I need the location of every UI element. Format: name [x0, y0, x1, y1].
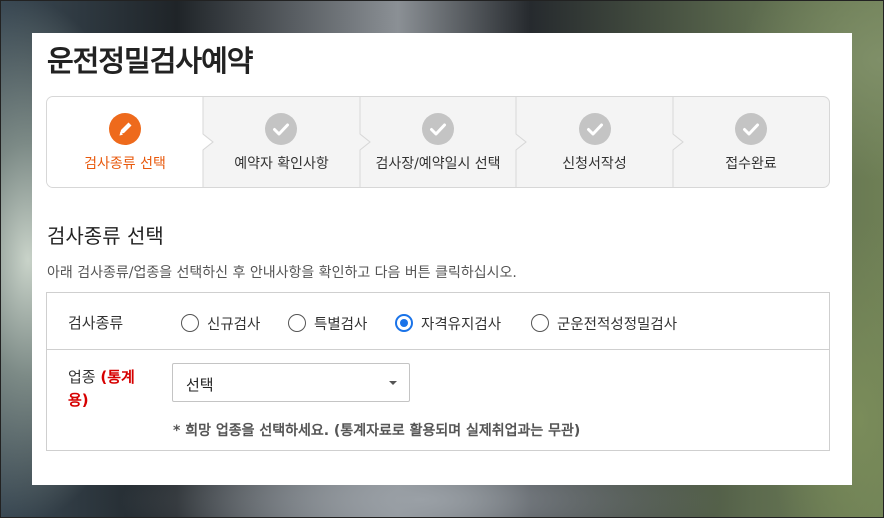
step-divider	[515, 97, 527, 187]
step-progress: 검사종류 선택 예약자 확인사항 검사장/예약일시 선택 신청서작성 접수완료	[46, 96, 830, 188]
reservation-panel: 운전정밀검사예약 검사종류 선택 예약자 확인사항 검사장/예약일시 선택 신청…	[32, 33, 852, 485]
radio-label: 군운전적성정밀검사	[557, 316, 678, 333]
step-application-form: 신청서작성	[516, 97, 673, 187]
step-center-datetime: 검사장/예약일시 선택	[360, 97, 516, 187]
exam-type-row: 검사종류 신규검사 특별검사 자격유지검사 군운전적성정밀검사	[47, 293, 829, 350]
step-reserver-check: 예약자 확인사항	[203, 97, 360, 187]
step-label: 예약자 확인사항	[234, 156, 329, 172]
industry-hint: * 희망 업종을 선택하세요. (통계자료로 활용되며 실제취업과는 무관)	[173, 423, 581, 439]
step-divider	[672, 97, 684, 187]
step-label: 접수완료	[725, 156, 777, 172]
exam-type-label: 검사종류	[68, 314, 124, 332]
check-icon	[735, 113, 767, 145]
radio-label: 신규검사	[207, 316, 261, 333]
radio-circle[interactable]	[395, 314, 413, 332]
pencil-icon	[109, 113, 141, 145]
industry-select-value: 선택	[186, 376, 214, 394]
radio-new-exam[interactable]: 신규검사	[181, 312, 260, 334]
chevron-down-icon	[389, 381, 397, 385]
page-title: 운전정밀검사예약	[47, 44, 253, 78]
radio-label: 자격유지검사	[421, 316, 502, 333]
step-label: 신청서작성	[562, 156, 627, 172]
check-icon	[422, 113, 454, 145]
radio-circle[interactable]	[181, 314, 199, 332]
radio-special-exam[interactable]: 특별검사	[288, 312, 367, 334]
industry-label-text: 업종	[68, 368, 96, 386]
radio-label: 특별검사	[314, 316, 368, 333]
radio-qualification-exam[interactable]: 자격유지검사	[395, 312, 501, 334]
step-divider	[359, 97, 371, 187]
exam-form: 검사종류 신규검사 특별검사 자격유지검사 군운전적성정밀검사 업종 (통계용)	[46, 292, 830, 451]
section-description: 아래 검사종류/업종을 선택하신 후 안내사항을 확인하고 다음 버튼 클릭하십…	[47, 265, 517, 281]
step-divider	[202, 97, 214, 187]
radio-circle[interactable]	[531, 314, 549, 332]
radio-circle[interactable]	[288, 314, 306, 332]
step-label: 검사장/예약일시 선택	[375, 156, 501, 172]
check-icon	[265, 113, 297, 145]
step-complete: 접수완료	[673, 97, 829, 187]
industry-label: 업종 (통계용)	[68, 366, 148, 412]
radio-military-exam[interactable]: 군운전적성정밀검사	[531, 312, 677, 334]
step-exam-type: 검사종류 선택	[47, 97, 203, 187]
step-label: 검사종류 선택	[84, 156, 166, 172]
check-icon	[579, 113, 611, 145]
section-title: 검사종류 선택	[47, 224, 164, 248]
industry-select[interactable]: 선택	[172, 363, 410, 402]
